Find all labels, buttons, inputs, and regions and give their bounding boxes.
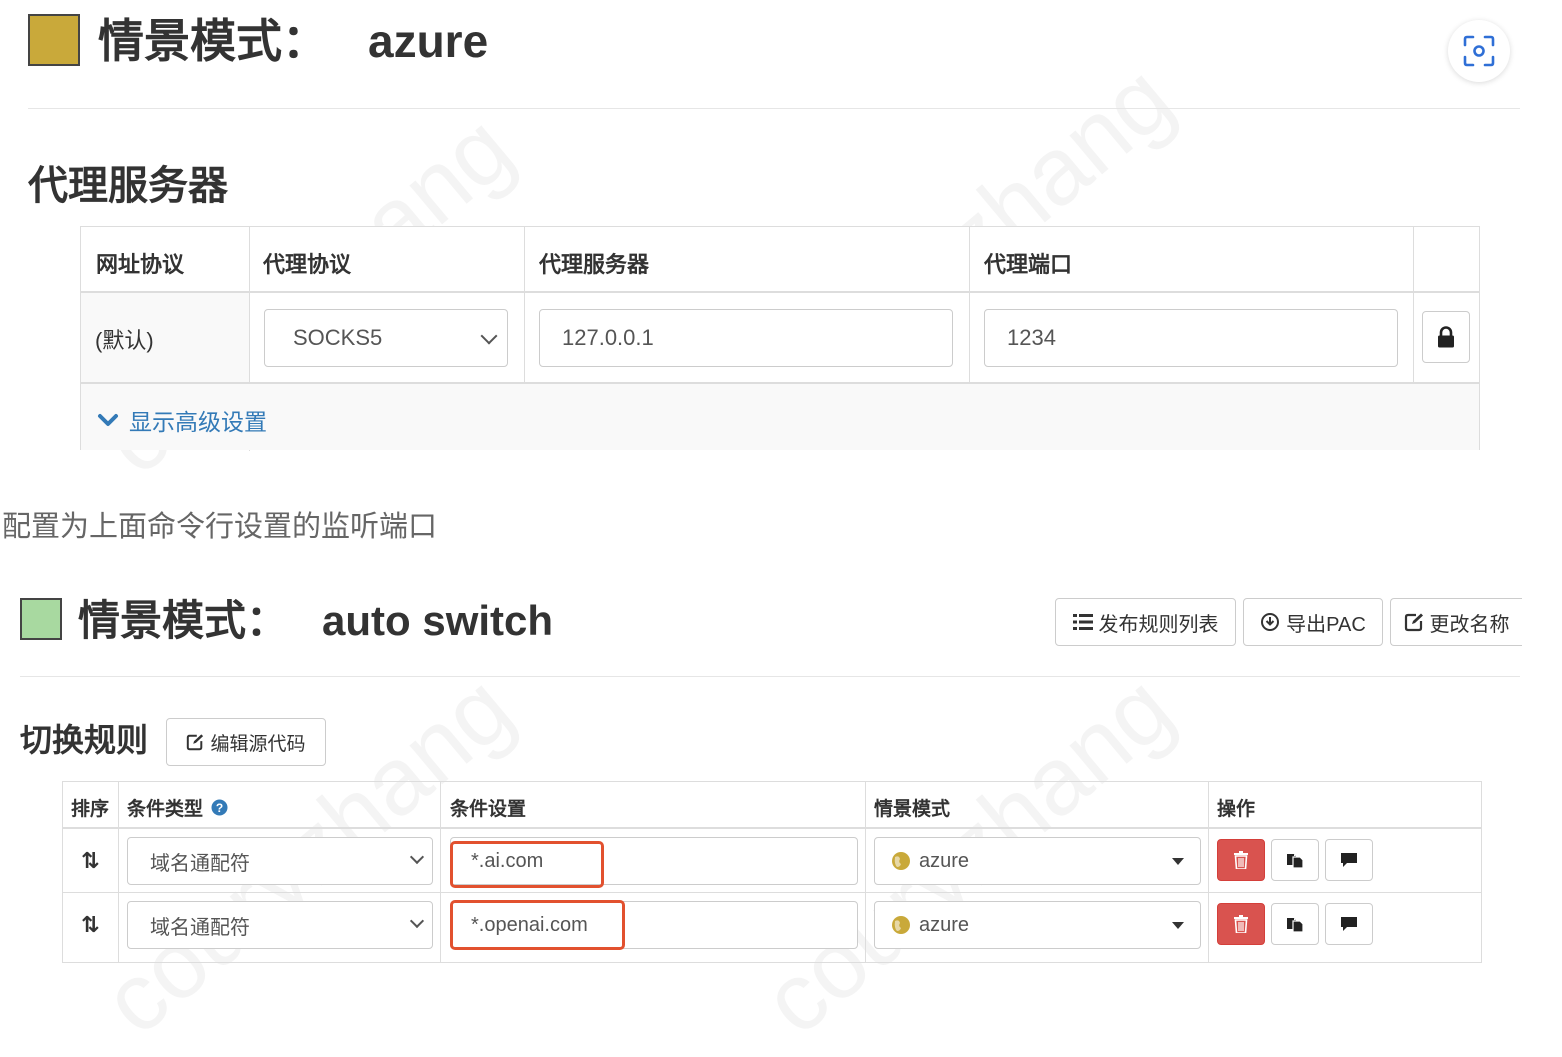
chevron-down-icon xyxy=(480,327,498,345)
proxy-server-table: 网址协议 代理协议 代理服务器 代理端口 (默认) SOCKS5 127.0.0… xyxy=(80,226,1480,451)
clone-rule-button[interactable] xyxy=(1271,903,1319,945)
copy-icon xyxy=(1287,854,1304,869)
profile-title: 情景模式： azure xyxy=(98,18,488,64)
header-condition-type: 条件类型 ? xyxy=(127,794,228,821)
proxy-section-title: 代理服务器 xyxy=(28,164,228,208)
condition-type-value: 域名通配符 xyxy=(150,916,250,939)
globe-icon xyxy=(892,916,910,934)
copy-icon xyxy=(1287,918,1304,933)
rule-profile-select[interactable]: azure xyxy=(874,901,1201,949)
row-scheme-label: (默认) xyxy=(95,328,154,353)
note-rule-button[interactable] xyxy=(1325,903,1373,945)
scan-icon xyxy=(1463,35,1495,67)
export-pac-label: 导出PAC xyxy=(1286,613,1366,636)
edit-icon xyxy=(187,734,204,751)
edit-source-label: 编辑源代码 xyxy=(210,733,306,755)
header-proxy-protocol: 代理协议 xyxy=(263,252,352,277)
delete-rule-button[interactable] xyxy=(1217,839,1265,881)
proxy-server-input[interactable]: 127.0.0.1 xyxy=(539,309,953,367)
proxy-protocol-select[interactable]: SOCKS5 xyxy=(264,309,508,367)
caption-text: 配置为上面命令行设置的监听端口 xyxy=(2,511,438,543)
chevron-down-icon xyxy=(409,913,425,929)
condition-type-select[interactable]: 域名通配符 xyxy=(127,837,433,885)
note-rule-button[interactable] xyxy=(1325,839,1373,881)
comment-icon xyxy=(1341,853,1357,867)
switch-rules-title: 切换规则 xyxy=(20,722,149,758)
caret-down-icon xyxy=(1172,922,1184,929)
rename-label: 更改名称 xyxy=(1429,613,1510,636)
header-sort: 排序 xyxy=(71,799,110,820)
header-actions: 操作 xyxy=(1217,799,1256,820)
globe-icon xyxy=(892,852,910,870)
proxy-port-input[interactable]: 1234 xyxy=(984,309,1398,367)
proxy-port-value: 1234 xyxy=(1007,325,1056,350)
divider xyxy=(28,108,1520,109)
rule-profile-value: azure xyxy=(919,913,970,936)
sort-handle-icon[interactable]: ⇅ xyxy=(81,912,99,938)
rule-profile-select[interactable]: azure xyxy=(874,837,1201,885)
lock-button[interactable] xyxy=(1422,311,1470,363)
chevron-down-icon xyxy=(98,414,118,426)
proxy-protocol-value: SOCKS5 xyxy=(293,325,383,350)
rename-button[interactable]: 更改名称 xyxy=(1390,598,1522,646)
profile-title-name: auto switch xyxy=(322,597,554,644)
header-profile: 情景模式 xyxy=(874,799,951,820)
edit-source-button[interactable]: 编辑源代码 xyxy=(166,718,326,766)
comment-icon xyxy=(1341,917,1357,931)
show-advanced-settings-link[interactable]: 显示高级设置 xyxy=(97,403,267,437)
edit-icon xyxy=(1404,613,1423,632)
switch-rules-table: 排序 条件类型 ? 条件设置 情景模式 操作 ⇅ 域名通配符 *.ai.com … xyxy=(62,781,1482,963)
chevron-down-icon xyxy=(409,849,425,865)
highlight-box xyxy=(450,900,625,950)
list-icon xyxy=(1072,614,1093,630)
profile-title: 情景模式： auto switch xyxy=(78,600,553,642)
header-condition-setting: 条件设置 xyxy=(450,799,527,820)
highlight-box xyxy=(450,841,604,888)
header-proxy-server: 代理服务器 xyxy=(539,252,650,277)
show-advanced-settings-label: 显示高级设置 xyxy=(129,409,267,435)
header-url-scheme: 网址协议 xyxy=(96,252,185,277)
scan-button[interactable] xyxy=(1448,20,1510,82)
help-icon[interactable]: ? xyxy=(211,799,228,816)
condition-type-value: 域名通配符 xyxy=(150,852,250,875)
proxy-server-value: 127.0.0.1 xyxy=(562,325,654,350)
delete-rule-button[interactable] xyxy=(1217,903,1265,945)
trash-icon xyxy=(1234,851,1248,869)
caret-down-icon xyxy=(1172,858,1184,865)
profile-color-swatch xyxy=(20,598,62,640)
profile-color-swatch xyxy=(28,14,80,66)
publish-rule-list-label: 发布规则列表 xyxy=(1098,613,1219,636)
download-icon xyxy=(1261,613,1280,631)
trash-icon xyxy=(1234,915,1248,933)
export-pac-button[interactable]: 导出PAC xyxy=(1243,598,1383,646)
profile-title-prefix: 情景模式： xyxy=(98,15,328,67)
header-condition-type-label: 条件类型 xyxy=(127,799,204,820)
sort-handle-icon[interactable]: ⇅ xyxy=(81,848,99,874)
profile-title-name: azure xyxy=(368,15,489,67)
clone-rule-button[interactable] xyxy=(1271,839,1319,881)
profile-title-prefix: 情景模式： xyxy=(78,597,289,644)
header-proxy-port: 代理端口 xyxy=(984,252,1073,277)
svg-text:?: ? xyxy=(216,801,223,815)
divider xyxy=(20,676,1520,677)
lock-icon xyxy=(1438,326,1454,348)
publish-rule-list-button[interactable]: 发布规则列表 xyxy=(1055,598,1236,646)
rule-profile-value: azure xyxy=(919,849,970,872)
condition-type-select[interactable]: 域名通配符 xyxy=(127,901,433,949)
